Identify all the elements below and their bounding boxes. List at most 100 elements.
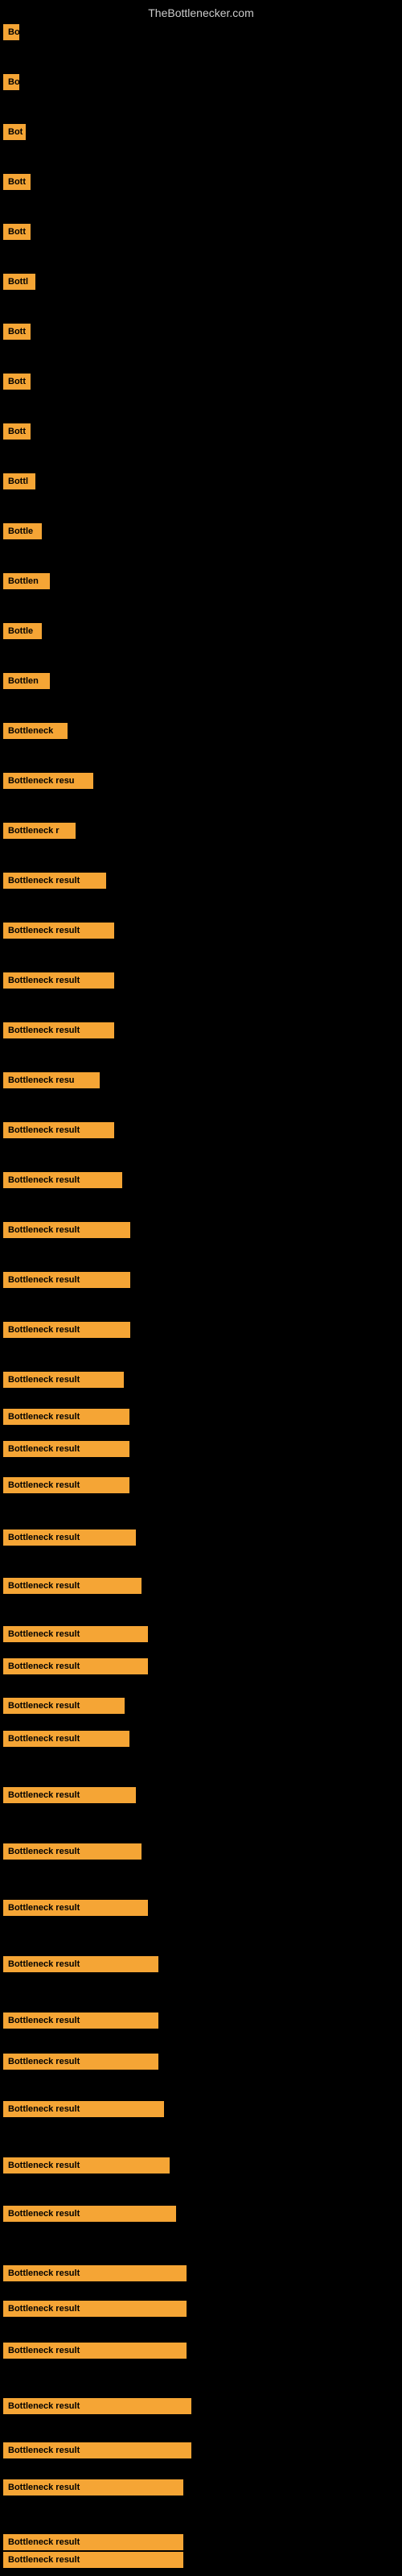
label-box: Bottleneck result (3, 1122, 114, 1138)
label-box: Bottleneck result (3, 1787, 136, 1803)
label-box: Bottleneck result (3, 1843, 142, 1860)
label-box: Bottleneck result (3, 1322, 130, 1338)
label-box: Bottleneck result (3, 2343, 187, 2359)
list-item: Bottleneck result (3, 1022, 114, 1042)
list-item: Bottleneck resu (3, 773, 93, 793)
list-item: Bottleneck result (3, 1658, 148, 1678)
label-box: Bottleneck result (3, 1409, 129, 1425)
label-box: Bottleneck resu (3, 1072, 100, 1088)
list-item: Bott (3, 374, 31, 394)
list-item: Bottlen (3, 673, 50, 693)
list-item: Bottleneck result (3, 1698, 125, 1718)
list-item: Bottleneck result (3, 1172, 122, 1192)
label-box: Bottleneck result (3, 2552, 183, 2568)
list-item: Bottleneck result (3, 1956, 158, 1976)
label-box: Bottleneck result (3, 1626, 148, 1642)
label-box: Bottleneck result (3, 923, 114, 939)
list-item: Bottleneck result (3, 1477, 129, 1497)
list-item: Bottleneck result (3, 1122, 114, 1142)
list-item: Bottlen (3, 573, 50, 593)
list-item: Bottleneck result (3, 2265, 187, 2285)
label-box: Bottleneck result (3, 2101, 164, 2117)
list-item: Bott (3, 224, 31, 244)
site-title: TheBottlenecker.com (0, 0, 402, 23)
label-box: Bottleneck result (3, 1658, 148, 1674)
label-box: Bottl (3, 473, 35, 489)
list-item: Bott (3, 174, 31, 194)
label-box: Bottleneck result (3, 1578, 142, 1594)
list-item: Bottleneck (3, 723, 68, 743)
label-box: Bottleneck result (3, 2206, 176, 2222)
list-item: Bottleneck result (3, 2398, 191, 2418)
list-item: Bottleneck result (3, 2206, 176, 2226)
list-item: Bottleneck result (3, 1843, 142, 1864)
list-item: Bottleneck result (3, 2442, 191, 2462)
list-item: Bottle (3, 523, 42, 543)
list-item: Bottleneck result (3, 1578, 142, 1598)
list-item: Bottleneck result (3, 1222, 130, 1242)
list-item: Bo (3, 24, 19, 44)
label-box: Bottleneck result (3, 972, 114, 989)
label-box: Bottleneck result (3, 2442, 191, 2458)
label-box: Bottleneck result (3, 2301, 187, 2317)
list-item: Bottl (3, 473, 35, 493)
list-item: Bottleneck result (3, 1409, 129, 1429)
list-item: Bottleneck result (3, 1787, 136, 1807)
list-item: Bottleneck result (3, 1441, 129, 1461)
list-item: Bottleneck result (3, 1900, 148, 1920)
list-item: Bottleneck result (3, 2101, 164, 2121)
label-box: Bottle (3, 523, 42, 539)
list-item: Bottleneck result (3, 1372, 124, 1392)
label-box: Bo (3, 24, 19, 40)
label-box: Bot (3, 124, 26, 140)
label-box: Bottleneck result (3, 1172, 122, 1188)
label-box: Bott (3, 224, 31, 240)
label-box: Bottle (3, 623, 42, 639)
label-box: Bottleneck result (3, 2479, 183, 2496)
list-item: Bottleneck resu (3, 1072, 100, 1092)
list-item: Bottle (3, 623, 42, 643)
label-box: Bottleneck result (3, 2534, 183, 2550)
label-box: Bottleneck result (3, 1698, 125, 1714)
list-item: Bottleneck result (3, 1731, 129, 1751)
label-box: Bottleneck result (3, 2398, 191, 2414)
label-box: Bottleneck (3, 723, 68, 739)
label-box: Bottl (3, 274, 35, 290)
label-box: Bottleneck result (3, 2265, 187, 2281)
list-item: Bottleneck result (3, 2157, 170, 2178)
list-item: Bottleneck result (3, 2552, 183, 2572)
list-item: Bott (3, 423, 31, 444)
list-item: Bottleneck result (3, 1272, 130, 1292)
label-box: Bottleneck resu (3, 773, 93, 789)
label-box: Bottleneck result (3, 1731, 129, 1747)
label-box: Bottleneck result (3, 1900, 148, 1916)
label-box: Bott (3, 374, 31, 390)
list-item: Bottleneck result (3, 2301, 187, 2321)
list-item: Bottleneck result (3, 2054, 158, 2074)
label-box: Bottleneck result (3, 1530, 136, 1546)
label-box: Bottleneck result (3, 1372, 124, 1388)
label-box: Bottleneck result (3, 1441, 129, 1457)
label-box: Bottleneck result (3, 1222, 130, 1238)
label-box: Bottleneck result (3, 1477, 129, 1493)
label-box: Bott (3, 324, 31, 340)
list-item: Bottleneck result (3, 2013, 158, 2033)
list-item: Bottleneck result (3, 1626, 148, 1646)
label-box: Bott (3, 174, 31, 190)
label-box: Bottleneck result (3, 1956, 158, 1972)
list-item: Bo (3, 74, 19, 94)
list-item: Bottleneck result (3, 1322, 130, 1342)
list-item: Bottleneck result (3, 873, 106, 893)
label-box: Bottleneck r (3, 823, 76, 839)
list-item: Bottleneck result (3, 923, 114, 943)
list-item: Bottleneck result (3, 2343, 187, 2363)
label-box: Bottlen (3, 673, 50, 689)
label-box: Bottleneck result (3, 1022, 114, 1038)
label-box: Bottleneck result (3, 2157, 170, 2174)
list-item: Bott (3, 324, 31, 344)
list-item: Bottl (3, 274, 35, 294)
list-item: Bottleneck result (3, 2479, 183, 2500)
list-item: Bottleneck r (3, 823, 76, 843)
list-item: Bottleneck result (3, 1530, 136, 1550)
label-box: Bott (3, 423, 31, 440)
